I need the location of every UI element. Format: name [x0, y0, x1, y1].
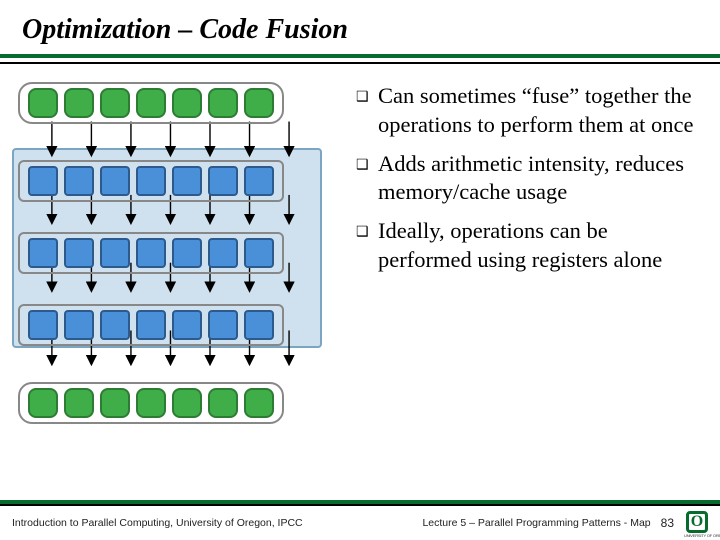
cell [208, 88, 238, 118]
code-fusion-diagram [18, 82, 338, 402]
cell [64, 88, 94, 118]
footer-left-text: Introduction to Parallel Computing, Univ… [12, 517, 303, 529]
cell [64, 310, 94, 340]
compute-row [18, 160, 284, 202]
bullet-item: ❑Can sometimes “fuse” together the opera… [356, 82, 702, 140]
cell [136, 388, 166, 418]
bullet-mark-icon: ❑ [356, 82, 378, 140]
cell [136, 238, 166, 268]
cell [136, 88, 166, 118]
footer-accent [0, 500, 720, 504]
cell [28, 88, 58, 118]
cell [100, 88, 130, 118]
compute-row [18, 232, 284, 274]
slide-title: Optimization – Code Fusion [0, 0, 720, 54]
cell [172, 388, 202, 418]
bullet-mark-icon: ❑ [356, 150, 378, 208]
footer-center-text: Lecture 5 – Parallel Programming Pattern… [422, 517, 650, 529]
memory-row [18, 382, 284, 424]
slide: Optimization – Code Fusion ❑Can sometime… [0, 0, 720, 540]
memory-row [18, 82, 284, 124]
cell [244, 166, 274, 196]
bullet-text: Adds arithmetic intensity, reduces memor… [378, 150, 702, 208]
cell [172, 238, 202, 268]
footer-left: Introduction to Parallel Computing, Univ… [12, 517, 303, 529]
cell [100, 238, 130, 268]
logo-subtext: UNIVERSITY OF OREGON [684, 533, 720, 538]
logo-o-icon: O [686, 511, 708, 533]
cell [244, 238, 274, 268]
bullet-text: Can sometimes “fuse” together the operat… [378, 82, 702, 140]
bullet-item: ❑Adds arithmetic intensity, reduces memo… [356, 150, 702, 208]
cell [172, 310, 202, 340]
cell [208, 310, 238, 340]
cell [244, 310, 274, 340]
cell [100, 310, 130, 340]
cell [28, 388, 58, 418]
cell [28, 310, 58, 340]
cell [208, 166, 238, 196]
footer-right: Lecture 5 – Parallel Programming Pattern… [422, 510, 710, 536]
bullet-list: ❑Can sometimes “fuse” together the opera… [356, 82, 702, 504]
compute-row [18, 304, 284, 346]
page-number: 83 [661, 516, 674, 530]
cell [244, 88, 274, 118]
cell [100, 166, 130, 196]
cell [64, 238, 94, 268]
content-area: ❑Can sometimes “fuse” together the opera… [0, 64, 720, 504]
cell [64, 388, 94, 418]
cell [208, 388, 238, 418]
bullet-item: ❑Ideally, operations can be performed us… [356, 217, 702, 275]
cell [28, 166, 58, 196]
accent-rule [0, 54, 720, 58]
uo-logo: O UNIVERSITY OF OREGON [684, 510, 710, 536]
cell [64, 166, 94, 196]
cell [136, 166, 166, 196]
cell [172, 88, 202, 118]
bullet-text: Ideally, operations can be performed usi… [378, 217, 702, 275]
footer: Introduction to Parallel Computing, Univ… [0, 504, 720, 540]
bullet-mark-icon: ❑ [356, 217, 378, 275]
cell [100, 388, 130, 418]
cell [136, 310, 166, 340]
cell [208, 238, 238, 268]
cell [244, 388, 274, 418]
cell [28, 238, 58, 268]
cell [172, 166, 202, 196]
footer-inner: Introduction to Parallel Computing, Univ… [0, 506, 720, 540]
